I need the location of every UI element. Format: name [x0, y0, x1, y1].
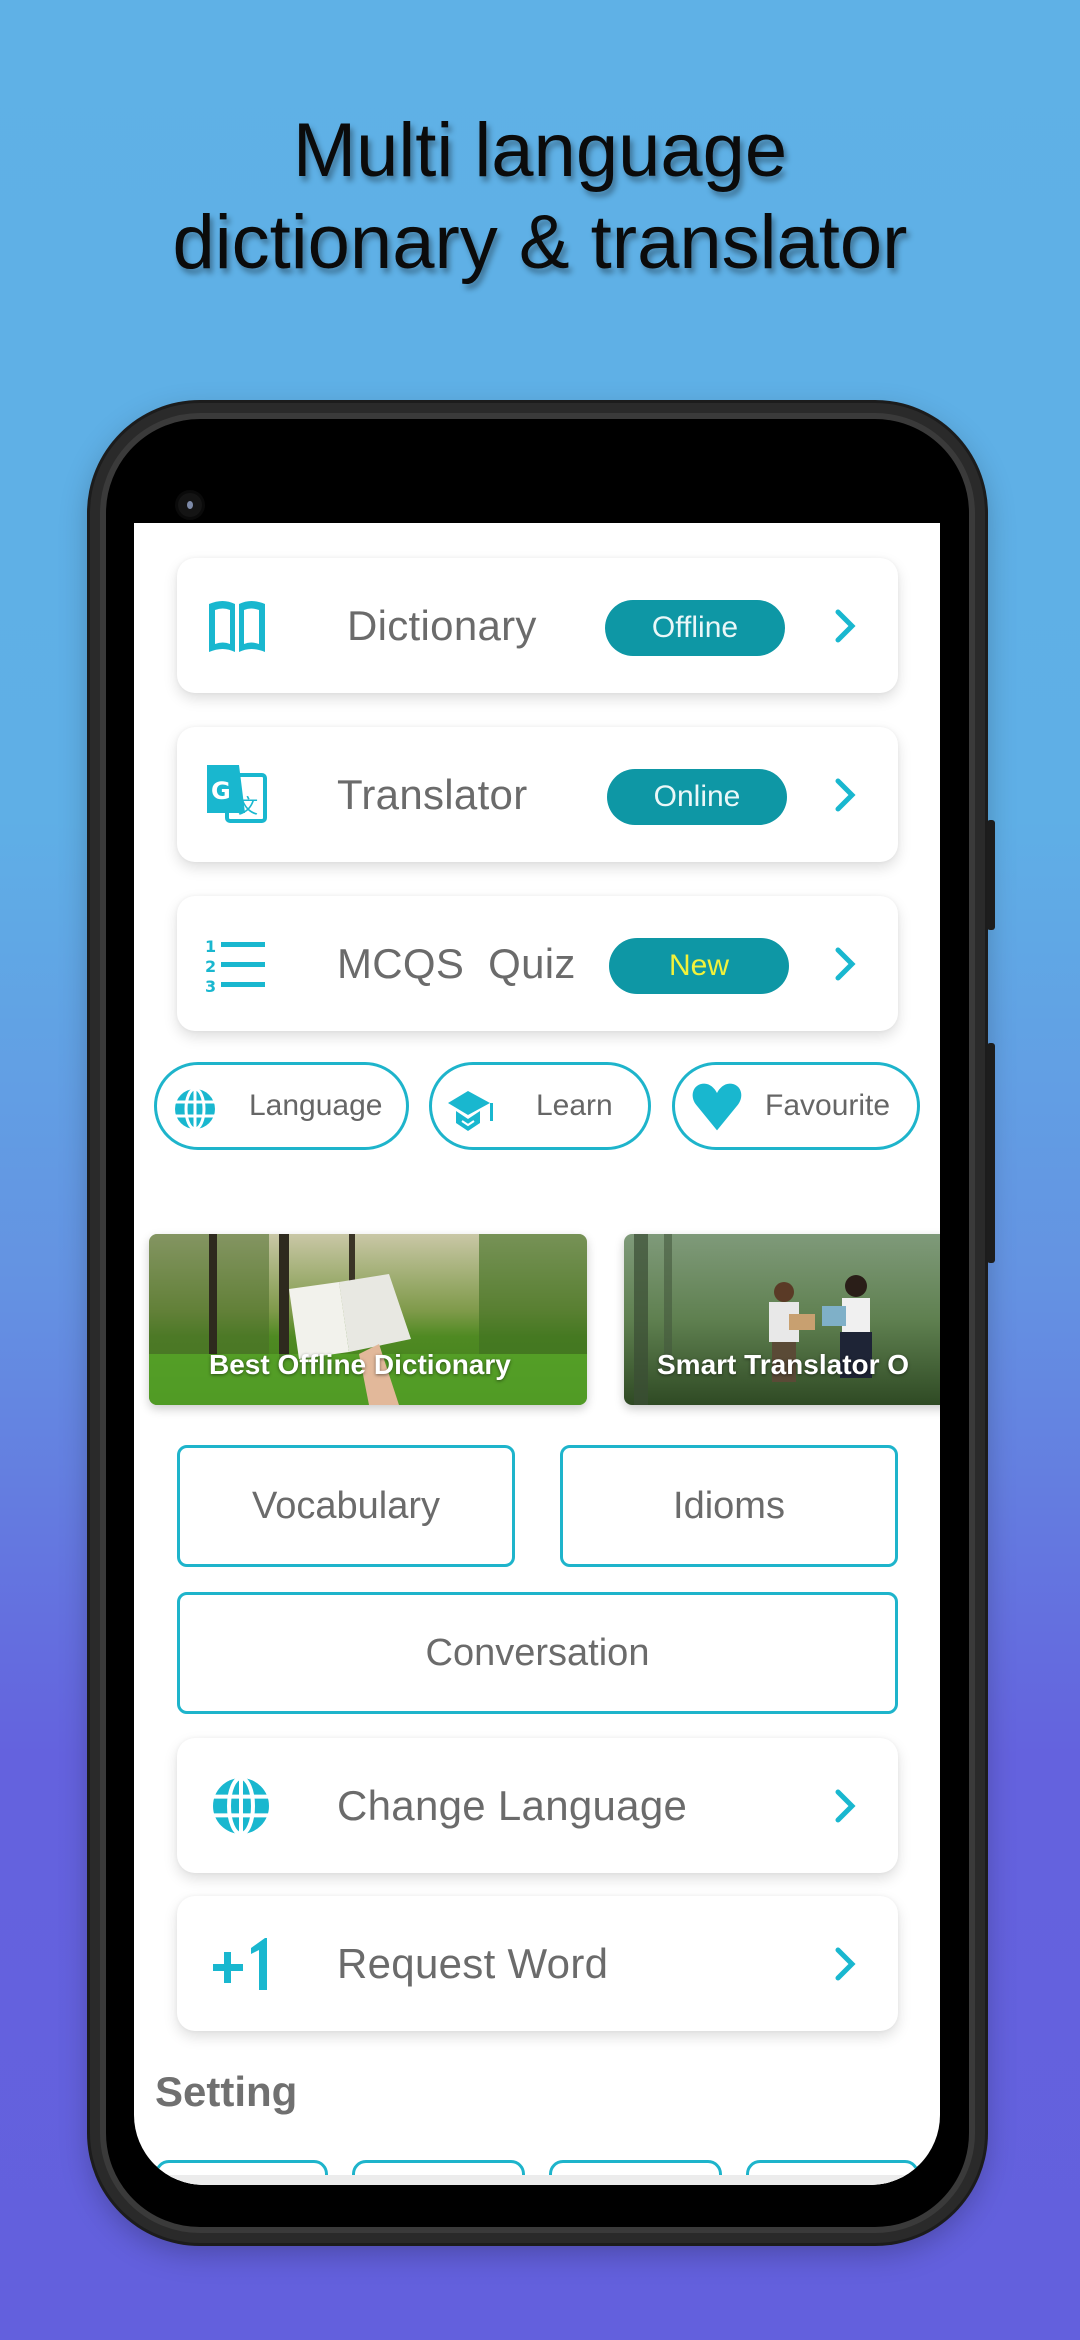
app-screen: Dictionary Offline G 文 Translator Online… [134, 523, 940, 2185]
change-language-card[interactable]: Change Language [177, 1738, 898, 1873]
chevron-right-icon [835, 1947, 856, 1981]
heart-icon [692, 1083, 742, 1131]
banner-offline-dictionary[interactable]: Best Offline Dictionary [149, 1234, 587, 1405]
new-badge: New [609, 938, 789, 994]
plus-one-icon [213, 1938, 267, 1990]
conversation-button[interactable]: Conversation [177, 1592, 898, 1714]
favourite-pill[interactable]: Favourite [672, 1062, 920, 1150]
svg-text:G: G [211, 777, 231, 805]
dictionary-card[interactable]: Dictionary Offline [177, 558, 898, 693]
front-camera [178, 493, 202, 517]
numbered-list-icon: 1 2 3 [205, 937, 265, 996]
banner-smart-translator[interactable]: Smart Translator O [624, 1234, 940, 1405]
svg-text:2: 2 [205, 957, 216, 976]
translator-label: Translator [337, 770, 528, 818]
promo-headline: Multi language dictionary & translator [0, 105, 1080, 289]
language-pill[interactable]: Language [154, 1062, 409, 1150]
globe-icon [213, 1776, 269, 1836]
headline-line-1: Multi language [292, 108, 788, 193]
book-open-icon [209, 601, 265, 652]
request-word-label: Request Word [337, 1939, 609, 1987]
volume-button [987, 820, 995, 930]
power-button [987, 1043, 995, 1263]
online-badge: Online [607, 769, 787, 825]
chevron-right-icon [835, 609, 856, 643]
translator-card[interactable]: G 文 Translator Online [177, 727, 898, 862]
learn-pill-label: Learn [536, 1089, 613, 1122]
chevron-right-icon [835, 947, 856, 981]
mcqs-quiz-label: MCQS Quiz [337, 939, 576, 987]
favourite-pill-label: Favourite [765, 1089, 891, 1122]
google-translate-icon: G 文 [207, 765, 267, 823]
dictionary-label: Dictionary [347, 601, 537, 649]
request-word-card[interactable]: Request Word [177, 1896, 898, 2031]
chevron-right-icon [835, 1789, 856, 1823]
change-language-label: Change Language [337, 1781, 688, 1829]
banner-caption: Smart Translator O [657, 1349, 910, 1380]
svg-text:文: 文 [238, 794, 258, 818]
learn-pill[interactable]: Learn [429, 1062, 651, 1150]
screen-bottom-edge [134, 2175, 940, 2185]
chevron-right-icon [835, 778, 856, 812]
idioms-button[interactable]: Idioms [560, 1445, 898, 1567]
headline-line-2: dictionary & translator [172, 200, 908, 285]
graduation-cap-icon [448, 1091, 493, 1131]
svg-text:1: 1 [205, 937, 216, 956]
svg-text:3: 3 [205, 977, 216, 996]
mcqs-quiz-card[interactable]: 1 2 3 MCQS Quiz New [177, 896, 898, 1031]
setting-section-title: Setting [155, 2068, 298, 2115]
offline-badge: Offline [605, 600, 785, 656]
language-pill-label: Language [249, 1089, 383, 1122]
vocabulary-button[interactable]: Vocabulary [177, 1445, 515, 1567]
banner-caption: Best Offline Dictionary [209, 1349, 511, 1380]
globe-icon [175, 1087, 215, 1131]
